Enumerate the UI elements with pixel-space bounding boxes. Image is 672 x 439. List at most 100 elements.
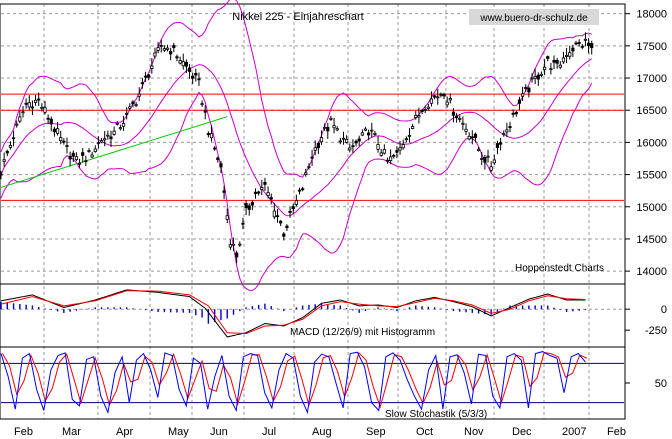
chart-svg: 14000 14500 15000 15500 16000 16500 17000 17500… — [0, 0, 672, 439]
price-bar-body — [260, 187, 264, 190]
price-bar-body — [87, 150, 91, 152]
price-bar-body — [451, 111, 456, 116]
price-bar-body — [458, 118, 462, 120]
price-bar-body — [109, 136, 113, 140]
price-bar-body — [49, 118, 53, 125]
price-bar-body — [143, 75, 148, 78]
price-bar-body — [370, 129, 374, 132]
price-bar-body — [445, 101, 449, 106]
price-bar-body — [99, 140, 104, 143]
price-bar-body — [379, 152, 383, 156]
month-label: Oct — [416, 426, 433, 438]
price-bar-body — [398, 147, 402, 151]
price-bar-body — [420, 109, 424, 113]
price-bar-body — [18, 116, 22, 122]
price-bar-body — [467, 135, 471, 140]
price-bar-body — [316, 142, 320, 149]
price-bar-body — [363, 128, 368, 131]
price-tick-label: 15500 — [636, 170, 667, 182]
price-bar-body — [476, 148, 481, 151]
month-label: Jul — [262, 426, 276, 438]
price-bar-body — [266, 192, 270, 196]
price-bar-body — [307, 166, 311, 168]
price-bar-body — [225, 215, 229, 220]
price-bar-body — [165, 47, 170, 50]
price-tick-label: 14500 — [636, 234, 667, 246]
price-bar-body — [93, 148, 97, 153]
price-bar-body — [68, 155, 72, 160]
price-bar-body — [235, 252, 239, 258]
price-bar-body — [385, 159, 390, 162]
price-bar-body — [586, 42, 591, 47]
price-bar-body — [464, 128, 468, 132]
price-bar-body — [360, 132, 364, 136]
price-bar-body — [367, 132, 371, 136]
price-bar-body — [348, 147, 352, 151]
price-bar-body — [542, 66, 547, 71]
month-label: May — [168, 426, 189, 438]
price-bar-body — [473, 133, 478, 138]
price-bar-body — [131, 101, 135, 105]
price-bar-body — [323, 126, 327, 129]
price-bar-body — [77, 162, 82, 165]
macd-tick-label: -250 — [645, 325, 667, 337]
macd-tick-label: 0 — [661, 304, 667, 316]
price-bar-body — [162, 48, 166, 51]
price-bar-body — [219, 163, 223, 168]
price-bar-body — [417, 115, 421, 118]
price-bar-body — [11, 137, 16, 140]
price-bar-body — [546, 56, 550, 59]
price-bar-body — [159, 45, 163, 47]
price-tick-label: 17000 — [636, 73, 667, 85]
price-bar-body — [118, 127, 122, 130]
price-bar-body — [134, 104, 138, 107]
price-bar-body — [498, 142, 503, 145]
chart-root: 14000 14500 15000 15500 16000 16500 17000 17500… — [0, 0, 672, 439]
price-bar-body — [536, 74, 540, 80]
price-bar-body — [577, 42, 581, 44]
price-bar-body — [517, 99, 522, 104]
month-label: Jun — [210, 426, 228, 438]
month-label: Feb — [607, 426, 626, 438]
price-bar-body — [21, 111, 25, 114]
price-bar-body — [294, 200, 298, 205]
price-bar-body — [184, 61, 188, 67]
price-bar-body — [524, 87, 528, 89]
price-bar-body — [153, 52, 157, 57]
price-bar-body — [30, 106, 35, 109]
price-bar-body — [539, 73, 544, 76]
price-bar-body — [351, 145, 355, 148]
price-bar-body — [241, 222, 245, 225]
price-bar-body — [112, 130, 116, 135]
price-bar-body — [197, 78, 201, 81]
month-label: Dec — [512, 426, 532, 438]
price-bar-body — [392, 154, 396, 157]
price-bar-body — [338, 140, 342, 143]
price-bar-body — [313, 147, 317, 151]
price-bar-body — [103, 138, 107, 141]
price-bar-body — [275, 215, 280, 218]
price-bar-body — [74, 156, 79, 161]
price-bar-body — [341, 137, 346, 140]
month-label: Apr — [116, 426, 133, 438]
price-bar-body — [55, 128, 60, 134]
price-bar-body — [2, 159, 6, 162]
price-bar-body — [200, 103, 204, 106]
price-bar-body — [411, 126, 415, 129]
price-bar-body — [216, 157, 220, 161]
price-bar-body — [530, 77, 534, 80]
price-bar-body — [429, 98, 434, 104]
price-bar-body — [508, 126, 512, 128]
price-bar-body — [46, 117, 50, 120]
price-bar-body — [272, 210, 276, 218]
price-bar-body — [15, 123, 19, 126]
price-bar-body — [527, 87, 531, 93]
price-bar-body — [564, 55, 569, 57]
price-bar-body — [301, 188, 305, 191]
price-bar-body — [442, 93, 446, 97]
price-bar-body — [191, 75, 195, 79]
price-bar-body — [433, 95, 437, 98]
price-bar-body — [203, 110, 207, 113]
price-bar-body — [71, 152, 75, 157]
price-bar-body — [37, 98, 41, 101]
